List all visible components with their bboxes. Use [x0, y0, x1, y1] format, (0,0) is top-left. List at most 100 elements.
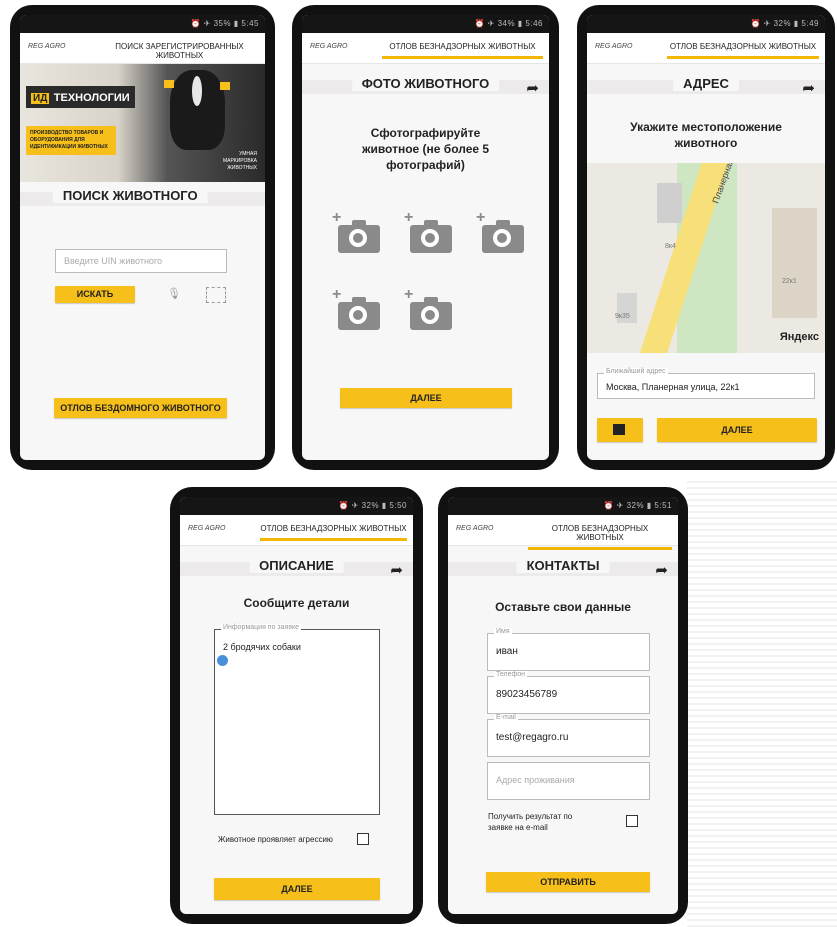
brand-logo: ИД ТЕХНОЛОГИИ — [26, 86, 135, 108]
next-button[interactable]: ДАЛЕЕ — [657, 418, 817, 442]
status-bar: ⏰ ✈ 34% ▮ 5:46 — [302, 15, 549, 33]
add-photo-icon[interactable]: + — [476, 209, 526, 253]
text-cursor-handle[interactable] — [217, 655, 228, 666]
section-header: ОПИСАНИЕ ➦ — [180, 556, 413, 582]
section-title: АДРЕС — [673, 76, 739, 91]
app-bar-title: ОТЛОВ БЕЗНАДЗОРНЫХ ЖИВОТНЫХ — [667, 42, 819, 59]
status-bar: ⏰ ✈ 32% ▮ 5:49 — [587, 15, 825, 33]
app-bar-title: ОТЛОВ БЕЗНАДЗОРНЫХ ЖИВОТНЫХ — [528, 524, 672, 550]
add-photo-icon[interactable]: + — [404, 209, 454, 253]
description-instruction: Сообщите детали — [243, 596, 350, 610]
residence-address-placeholder: Адрес проживания — [496, 775, 575, 785]
nearest-address-field[interactable]: Ближайший адрес Москва, Планерная улица,… — [597, 368, 815, 399]
regagro-logo: REG AGRO — [310, 43, 348, 50]
regagro-logo: REG AGRO — [456, 525, 494, 532]
back-arrow-icon[interactable]: ➦ — [526, 79, 539, 97]
barcode-scan-icon[interactable] — [206, 287, 226, 303]
app-bar: REG AGRO ОТЛОВ БЕЗНАДЗОРНЫХ ЖИВОТНЫХ — [180, 515, 413, 546]
status-bar: ⏰ ✈ 32% ▮ 5:50 — [180, 497, 413, 515]
status-bar: ⏰ ✈ 32% ▮ 5:51 — [448, 497, 678, 515]
add-photo-icon[interactable]: + — [332, 286, 382, 330]
phone-contacts: ⏰ ✈ 32% ▮ 5:51 REG AGRO ОТЛОВ БЕЗНАДЗОРН… — [438, 487, 688, 924]
photo-instruction: Сфотографируйте животное (не более 5 фот… — [361, 126, 490, 172]
regagro-logo: REG AGRO — [188, 525, 226, 532]
building-label: 8к4 — [665, 243, 676, 250]
background-stripes — [687, 480, 837, 927]
search-button[interactable]: ИСКАТЬ — [55, 286, 135, 303]
promo-text: ПРОИЗВОДСТВО ТОВАРОВ И ОБОРУДОВАНИЯ ДЛЯ … — [26, 126, 116, 155]
brand-name: ТЕХНОЛОГИИ — [53, 92, 130, 104]
section-header: ПОИСК ЖИВОТНОГО — [20, 186, 265, 212]
section-header: АДРЕС ➦ — [587, 74, 825, 100]
name-field[interactable]: Имя иван — [487, 628, 650, 671]
app-bar: REG AGRO ПОИСК ЗАРЕГИСТРИРОВАННЫХ ЖИВОТН… — [20, 33, 265, 68]
section-title: ФОТО ЖИВОТНОГО — [351, 76, 500, 91]
section-title: ПОИСК ЖИВОТНОГО — [52, 188, 208, 203]
catch-homeless-animal-button[interactable]: ОТЛОВ БЕЗДОМНОГО ЖИВОТНОГО — [54, 398, 227, 418]
banner-caption: УМНАЯ МАРКИРОВКА ЖИВОТНЫХ — [222, 151, 257, 171]
map-building — [657, 183, 682, 223]
send-button[interactable]: ОТПРАВИТЬ — [486, 872, 650, 892]
request-info-value: 2 бродячих собаки — [223, 642, 301, 652]
status-bar: ⏰ ✈ 35% ▮ 5:45 — [20, 15, 265, 33]
address-instruction: Укажите местоположение животного — [630, 120, 782, 150]
cow-blaze — [192, 76, 202, 106]
name-value: иван — [496, 646, 518, 657]
back-arrow-icon[interactable]: ➦ — [390, 561, 403, 579]
nearest-address-label: Ближайший адрес — [604, 368, 668, 375]
uin-input[interactable]: Введите UIN животного — [55, 249, 227, 273]
description-screen: ⏰ ✈ 32% ▮ 5:50 REG AGRO ОТЛОВ БЕЗНАДЗОРН… — [180, 497, 413, 914]
search-screen: ⏰ ✈ 35% ▮ 5:45 REG AGRO ПОИСК ЗАРЕГИСТРИ… — [20, 15, 265, 460]
request-info-textarea[interactable]: Информация по заявке 2 бродячих собаки — [214, 624, 380, 815]
promo-banner: ИД ТЕХНОЛОГИИ ПРОИЗВОДСТВО ТОВАРОВ И ОБО… — [20, 64, 265, 182]
phone-label: Телефон — [494, 671, 528, 678]
microphone-icon[interactable]: 🎙 — [167, 287, 181, 300]
aggression-label: Животное проявляет агрессию — [218, 835, 333, 844]
email-label: E-mail — [494, 714, 518, 721]
back-arrow-icon[interactable]: ➦ — [802, 79, 815, 97]
regagro-logo: REG AGRO — [595, 43, 633, 50]
add-photo-icon[interactable]: + — [404, 286, 454, 330]
phone-address: ⏰ ✈ 32% ▮ 5:49 REG AGRO ОТЛОВ БЕЗНАДЗОРН… — [577, 5, 835, 470]
email-result-label: Получить результат по заявке на e-mail — [488, 812, 573, 832]
email-value: test@regagro.ru — [496, 732, 569, 743]
image-icon — [613, 424, 625, 435]
email-field[interactable]: E-mail test@regagro.ru — [487, 714, 650, 757]
regagro-logo: REG AGRO — [28, 43, 66, 50]
building-label: 9к35 — [615, 313, 630, 320]
phone-value: 89023456789 — [496, 689, 558, 700]
gallery-button[interactable] — [597, 418, 643, 442]
next-button[interactable]: ДАЛЕЕ — [340, 388, 512, 408]
map-building — [772, 208, 817, 318]
building-label: 22к1 — [782, 278, 797, 285]
app-bar-title: ОТЛОВ БЕЗНАДЗОРНЫХ ЖИВОТНЫХ — [382, 42, 543, 59]
photo-screen: ⏰ ✈ 34% ▮ 5:46 REG AGRO ОТЛОВ БЕЗНАДЗОРН… — [302, 15, 549, 460]
next-button[interactable]: ДАЛЕЕ — [214, 878, 380, 900]
section-header: КОНТАКТЫ ➦ — [448, 556, 678, 582]
contacts-screen: ⏰ ✈ 32% ▮ 5:51 REG AGRO ОТЛОВ БЕЗНАДЗОРН… — [448, 497, 678, 914]
request-info-label: Информация по заявке — [221, 624, 302, 631]
residence-address-field[interactable]: Адрес проживания — [487, 762, 650, 800]
nearest-address-value: Москва, Планерная улица, 22к1 — [606, 382, 740, 392]
brand-prefix: ИД — [31, 93, 50, 104]
phone-description: ⏰ ✈ 32% ▮ 5:50 REG AGRO ОТЛОВ БЕЗНАДЗОРН… — [170, 487, 423, 924]
add-photo-icon[interactable]: + — [332, 209, 382, 253]
contacts-instruction: Оставьте свои данные — [495, 600, 631, 614]
yandex-logo: Яндекс — [779, 331, 819, 343]
ear-tag-icon — [220, 82, 230, 90]
back-arrow-icon[interactable]: ➦ — [655, 561, 668, 579]
app-bar: REG AGRO ОТЛОВ БЕЗНАДЗОРНЫХ ЖИВОТНЫХ — [587, 33, 825, 64]
app-bar-title: ОТЛОВ БЕЗНАДЗОРНЫХ ЖИВОТНЫХ — [260, 524, 407, 541]
email-result-checkbox[interactable] — [626, 815, 638, 827]
name-label: Имя — [494, 628, 512, 635]
aggression-checkbox[interactable] — [357, 833, 369, 845]
section-title: КОНТАКТЫ — [516, 558, 610, 573]
app-bar: REG AGRO ОТЛОВ БЕЗНАДЗОРНЫХ ЖИВОТНЫХ — [448, 515, 678, 550]
phone-search: ⏰ ✈ 35% ▮ 5:45 REG AGRO ПОИСК ЗАРЕГИСТРИ… — [10, 5, 275, 470]
phone-field[interactable]: Телефон 89023456789 — [487, 671, 650, 714]
map-view[interactable]: Планерная ул. 8к4 9к35 22к1 Яндекс — [587, 163, 825, 353]
app-bar-title: ПОИСК ЗАРЕГИСТРИРОВАННЫХ ЖИВОТНЫХ — [100, 42, 259, 68]
address-screen: ⏰ ✈ 32% ▮ 5:49 REG AGRO ОТЛОВ БЕЗНАДЗОРН… — [587, 15, 825, 460]
uin-placeholder: Введите UIN животного — [64, 256, 163, 266]
ear-tag-icon — [164, 80, 174, 88]
